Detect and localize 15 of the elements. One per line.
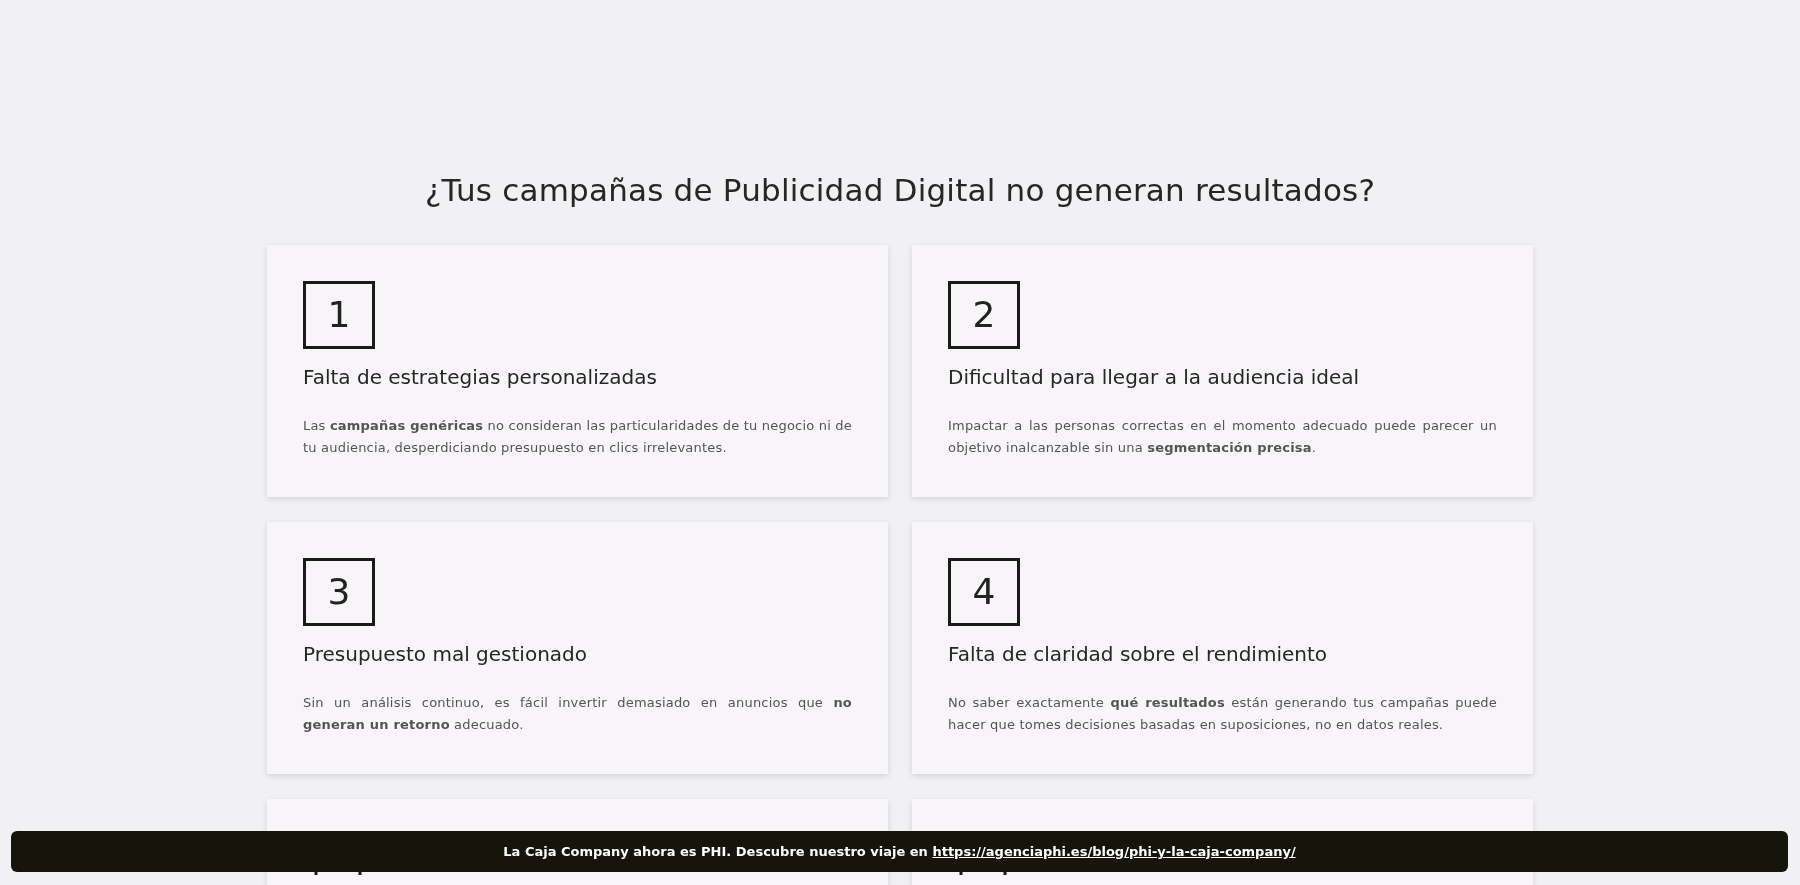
number-bracket-label: 1	[303, 281, 375, 349]
card-description: Impactar a las personas correctas en el momento adecuado puede parecer un objetivo inalcanzable sin una segmentación precisa.	[948, 417, 1497, 457]
blog-link[interactable]: https://agenciaphi.es/blog/phi-y-la-caja-company/	[932, 844, 1296, 859]
card-title: Falta de claridad sobre el rendimiento	[948, 642, 1328, 666]
announcement-text: La Caja Company ahora es PHI. Descubre nuestro viaje en https://agenciaphi.es/blog/phi-y-la-caja-company/	[503, 844, 1296, 859]
card-title: Presupuesto mal gestionado	[303, 642, 588, 666]
number-bracket-label: 3	[303, 558, 375, 626]
card-description: No saber exactamente qué resultados están generando tus campañas puede hacer que tomes decisiones basadas en suposiciones, no en datos reales.	[948, 694, 1497, 734]
card-title: Dificultad para llegar a la audiencia ideal	[948, 365, 1361, 389]
card-description: Sin un análisis continuo, es fácil invertir demasiado en anuncios que no generan un retorno adecuado.	[303, 694, 852, 734]
number-bracket-label: 4	[948, 558, 1020, 626]
number-bracket-label: 2	[948, 281, 1020, 349]
card-description: Las campañas genéricas no consideran las particularidades de tu negocio ni de tu audiencia, desperdiciando presupuesto en clics irrelevantes.	[303, 417, 852, 457]
card-title: Falta de estrategias personalizadas	[303, 365, 658, 389]
section-heading: ¿Tus campañas de Publicidad Digital no generan resultados?	[424, 172, 1376, 208]
